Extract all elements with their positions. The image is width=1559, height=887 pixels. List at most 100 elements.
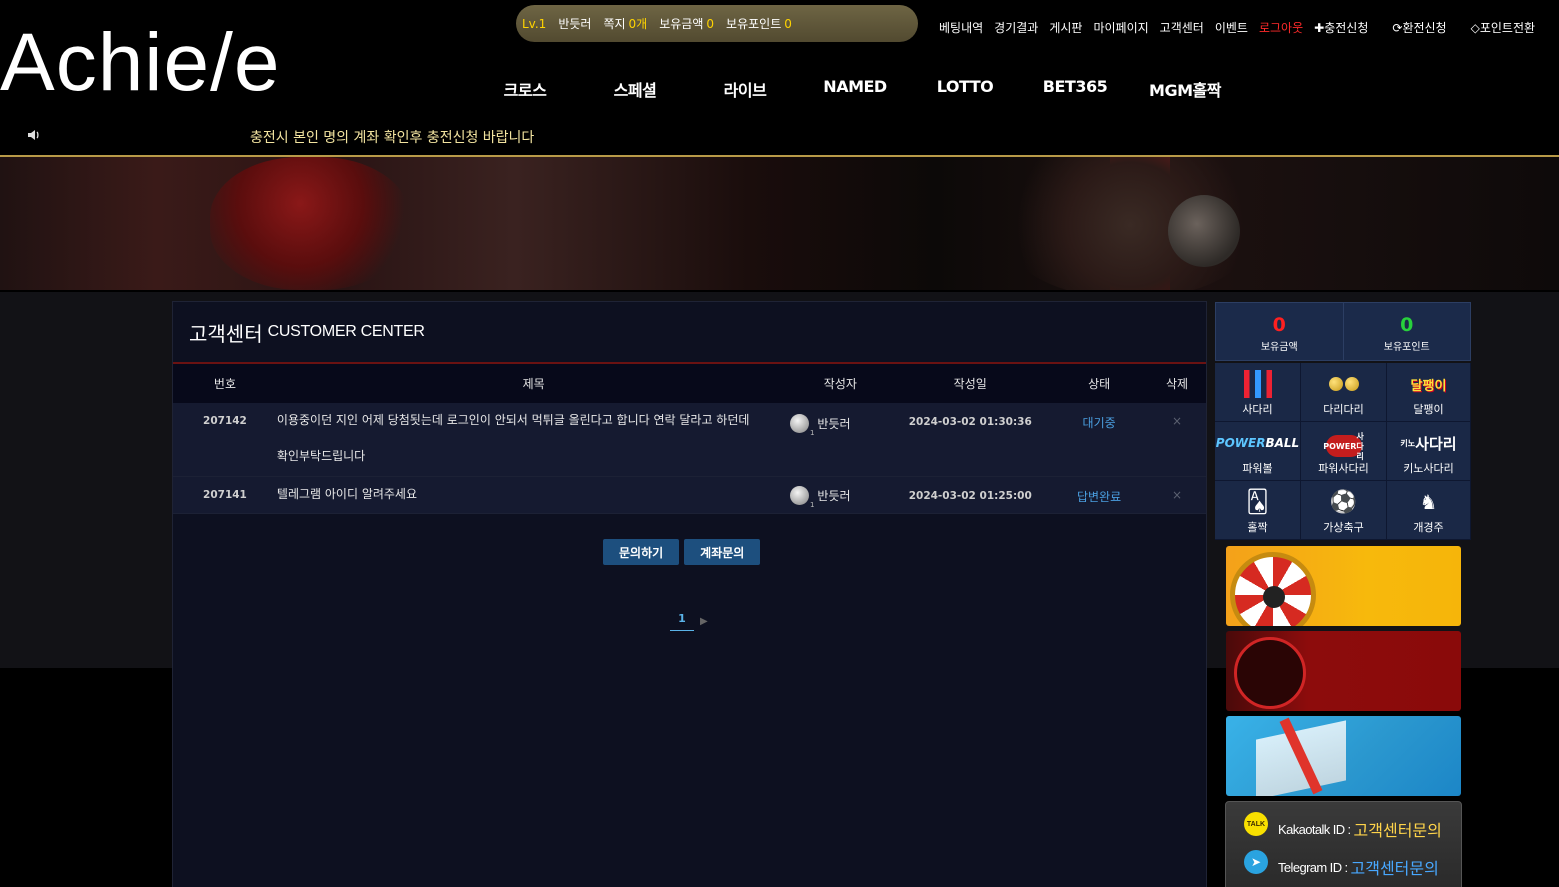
- nav-named[interactable]: NAMED: [800, 77, 910, 101]
- menu-withdraw[interactable]: ⟳환전신청: [1392, 19, 1446, 36]
- level-coin-icon: 1: [790, 486, 814, 509]
- nav-mgm-holjjak[interactable]: MGM홀짝: [1130, 77, 1240, 101]
- menu-customer-center[interactable]: 고객센터: [1160, 19, 1204, 36]
- memo-count[interactable]: 0개: [629, 15, 648, 32]
- game-virtual-soccer[interactable]: ⚽ 가상축구: [1301, 481, 1387, 540]
- kakao-contact[interactable]: TALK Kakaotalk ID : 고객센터문의: [1244, 810, 1461, 848]
- game-dog-race[interactable]: ♞ 개경주: [1387, 481, 1471, 540]
- kakaotalk-icon: TALK: [1244, 812, 1268, 836]
- money-label: 보유금액: [659, 17, 704, 31]
- game-label: 달팽이: [1413, 403, 1444, 416]
- balls-icon: [1328, 370, 1360, 398]
- notice-ticker: 충전시 본인 명의 계좌 확인후 충전신청 바랍니다: [250, 130, 535, 146]
- sidebar-money-label: 보유금액: [1260, 342, 1298, 353]
- table-row[interactable]: 207142 이용중이던 지인 어제 당첨됫는데 로그인이 안되서 먹튀글 올린…: [173, 403, 1206, 477]
- powerball-icon: POWER BALL: [1215, 435, 1300, 450]
- menu-point-exchange[interactable]: ◇포인트전환: [1471, 19, 1535, 36]
- user-info-bar: Lv.1 반듯러 쪽지 0개 보유금액 0 보유포인트 0: [516, 5, 918, 42]
- row-author: 1 반듯러: [790, 403, 890, 437]
- inquiry-button[interactable]: 문의하기: [603, 539, 680, 565]
- panel-title-en: CUSTOMER CENTER: [267, 323, 425, 340]
- col-author: 작성자: [823, 377, 857, 391]
- kakao-id: 고객센터문의: [1353, 823, 1442, 840]
- table-row[interactable]: 207141 텔레그램 아이디 알려주세요 1 반듯러 2024-03-02 0…: [173, 477, 1206, 514]
- memo-label[interactable]: 쪽지: [603, 15, 625, 32]
- delete-icon[interactable]: ×: [1148, 403, 1206, 428]
- account-inquiry-button[interactable]: 계좌문의: [684, 539, 761, 565]
- promo-gift-banner[interactable]: [1226, 716, 1461, 796]
- col-no: 번호: [213, 377, 236, 391]
- menu-match-results[interactable]: 경기결과: [994, 19, 1038, 36]
- kakao-label: Kakaotalk ID :: [1278, 821, 1351, 837]
- game-daridari[interactable]: 다리다리: [1301, 363, 1387, 422]
- row-title[interactable]: 텔레그램 아이디 알려주세요: [277, 476, 791, 512]
- nav-live[interactable]: 라이브: [690, 77, 800, 101]
- next-page-icon[interactable]: ▶: [700, 616, 708, 627]
- game-snail[interactable]: 달팽이 달팽이: [1387, 363, 1471, 422]
- nav-cross[interactable]: 크로스: [470, 77, 580, 101]
- refresh-icon: ⟳: [1392, 21, 1403, 35]
- user-level: Lv.1: [522, 16, 547, 31]
- row-status: 답변완료: [1077, 490, 1122, 504]
- menu-deposit[interactable]: ✚충전신청: [1314, 19, 1368, 36]
- table-header: 번호 제목 작성자 작성일 상태 삭제: [173, 364, 1206, 403]
- menu-board[interactable]: 게시판: [1049, 19, 1082, 36]
- delete-icon[interactable]: ×: [1148, 477, 1206, 502]
- power-ladder-icon: POWER 사다리: [1323, 431, 1364, 461]
- top-menu: 베팅내역 경기결과 게시판 마이페이지 고객센터 이벤트 로그아웃 ✚충전신청 …: [939, 19, 1535, 36]
- banner-player-soccer: [210, 157, 410, 290]
- point-value: 0: [784, 16, 792, 31]
- row-no: 207141: [203, 489, 247, 501]
- telegram-contact[interactable]: ➤ Telegram ID : 고객센터문의: [1244, 848, 1461, 886]
- game-label: 가상축구: [1323, 521, 1364, 534]
- col-delete: 삭제: [1165, 377, 1189, 391]
- balance-box: 0 보유금액 0 보유포인트: [1215, 302, 1471, 361]
- nav-special[interactable]: 스페셜: [580, 77, 690, 101]
- page-1[interactable]: 1: [670, 612, 694, 631]
- telegram-label: Telegram ID :: [1278, 859, 1348, 875]
- contact-box: TALK Kakaotalk ID : 고객센터문의 ➤ Telegram ID…: [1225, 801, 1462, 887]
- menu-deposit-label: 충전신청: [1324, 21, 1369, 35]
- telegram-icon: ➤: [1244, 850, 1268, 874]
- basketball-icon: [1168, 195, 1240, 267]
- row-status: 대기중: [1082, 416, 1116, 430]
- inquiry-table: 번호 제목 작성자 작성일 상태 삭제 207142 이용중이던 지인 어제 당…: [173, 364, 1206, 514]
- row-no: 207142: [203, 415, 247, 427]
- game-label: 키노사다리: [1403, 462, 1454, 475]
- action-buttons: 문의하기 계좌문의: [603, 539, 765, 565]
- row-title-line1[interactable]: 텔레그램 아이디 알려주세요: [277, 476, 791, 512]
- game-holjjak[interactable]: 🂡 홀짝: [1215, 481, 1301, 540]
- menu-mypage[interactable]: 마이페이지: [1093, 19, 1148, 36]
- promo-roulette-banner[interactable]: [1226, 546, 1461, 626]
- col-title: 제목: [522, 377, 545, 391]
- row-date: 2024-03-02 01:30:36: [908, 416, 1032, 428]
- balance-money: 0 보유금액: [1216, 303, 1344, 360]
- row-title[interactable]: 이용중이던 지인 어제 당첨됫는데 로그인이 안되서 먹튀글 올린다고 합니다 …: [277, 402, 791, 474]
- snail-icon: 달팽이: [1410, 378, 1447, 394]
- hero-banner: [0, 157, 1559, 290]
- col-date: 작성일: [953, 377, 987, 391]
- game-ladder[interactable]: 사다리: [1215, 363, 1301, 422]
- balance-point: 0 보유포인트: [1344, 303, 1471, 360]
- soccer-icon: ⚽: [1329, 489, 1358, 515]
- game-label: 파워사다리: [1318, 462, 1369, 475]
- menu-withdraw-label: 환전신청: [1402, 21, 1447, 35]
- menu-betting-history[interactable]: 베팅내역: [939, 19, 983, 36]
- site-logo[interactable]: Achie/e: [0, 22, 281, 104]
- row-title-line1[interactable]: 이용중이던 지인 어제 당첨됫는데 로그인이 안되서 먹튀글 올린다고 합니다 …: [277, 402, 791, 438]
- game-power-ladder[interactable]: POWER 사다리 파워사다리: [1301, 422, 1387, 481]
- menu-event[interactable]: 이벤트: [1215, 19, 1248, 36]
- sidebar-money-value: 0: [1272, 314, 1286, 336]
- minigame-grid: 사다리 다리다리 달팽이 달팽이 POWER BALL 파워볼 POWER 사다리 …: [1215, 363, 1471, 540]
- panel-title: 고객센터 CUSTOMER CENTER: [173, 302, 1206, 364]
- promo-red-banner[interactable]: [1226, 631, 1461, 711]
- game-label: 사다리: [1242, 403, 1273, 416]
- telegram-id: 고객센터문의: [1350, 861, 1439, 878]
- nav-lotto[interactable]: LOTTO: [910, 77, 1020, 101]
- row-title-line2[interactable]: 확인부탁드립니다: [277, 438, 791, 474]
- game-powerball[interactable]: POWER BALL 파워볼: [1215, 422, 1301, 481]
- game-keno-ladder[interactable]: 키노 사다리 키노사다리: [1387, 422, 1471, 481]
- nav-bet365[interactable]: BET365: [1020, 77, 1130, 101]
- menu-logout[interactable]: 로그아웃: [1259, 19, 1303, 36]
- point-label: 보유포인트: [726, 17, 782, 31]
